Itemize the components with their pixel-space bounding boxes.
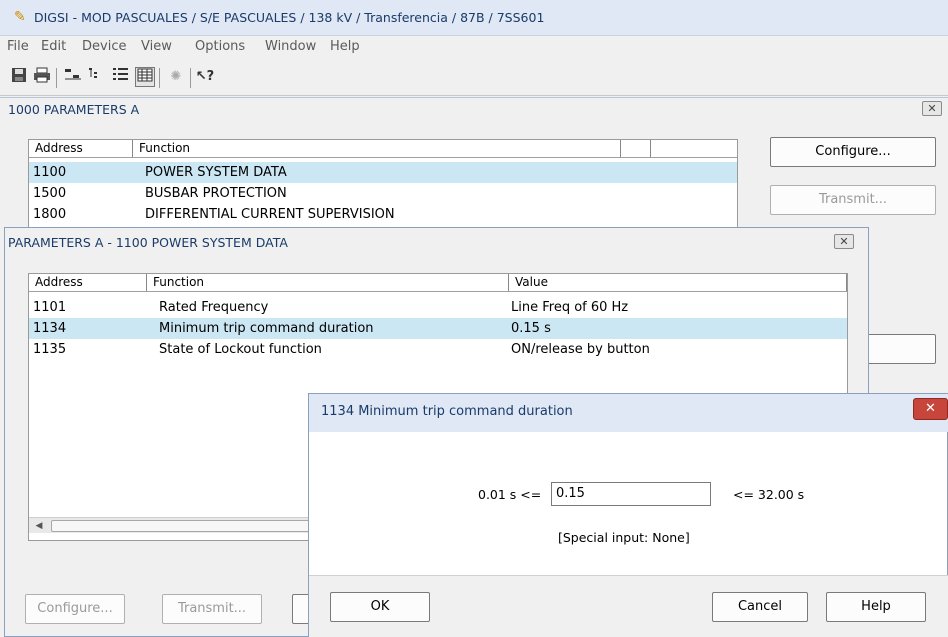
parameters-a-list: Address Function 1100 POWER SYSTEM DATA …	[28, 139, 738, 234]
toolbar-separator	[190, 68, 191, 88]
list-item[interactable]: 1800 DIFFERENTIAL CURRENT SUPERVISION	[29, 204, 737, 225]
list-header: Address Function	[29, 140, 737, 158]
menu-options[interactable]: Options	[195, 39, 245, 54]
help-button[interactable]: Help	[826, 592, 926, 622]
address-cell: 1134	[33, 321, 67, 336]
dialog-title: 1134 Minimum trip command duration	[321, 404, 573, 419]
function-cell: Minimum trip command duration	[159, 321, 374, 336]
max-limit-label: <= 32.00 s	[733, 487, 805, 502]
power-system-data-title: PARAMETERS A - 1100 POWER SYSTEM DATA	[8, 235, 288, 250]
column-header-value[interactable]: Value	[509, 274, 847, 291]
column-header-function[interactable]: Function	[133, 140, 621, 157]
menu-view[interactable]: View	[141, 39, 172, 54]
address-cell: 1101	[33, 300, 67, 315]
table-row[interactable]: 1134 Minimum trip command duration 0.15 …	[29, 318, 847, 339]
cancel-button[interactable]: Cancel	[712, 592, 808, 622]
value-cell: Line Freq of 60 Hz	[511, 300, 629, 315]
menu-help[interactable]: Help	[330, 39, 360, 54]
column-header-function[interactable]: Function	[147, 274, 509, 291]
list-icon[interactable]	[87, 67, 107, 87]
bug-icon[interactable]: ✺	[166, 67, 186, 87]
menu-edit[interactable]: Edit	[41, 39, 66, 54]
table-row[interactable]: 1135 State of Lockout function ON/releas…	[29, 339, 847, 360]
function-cell: POWER SYSTEM DATA	[145, 165, 287, 180]
table-icon[interactable]	[135, 67, 155, 87]
column-header-blank[interactable]	[621, 140, 651, 157]
digsi-app-icon: ✎	[14, 9, 26, 25]
value-cell: 0.15 s	[511, 321, 551, 336]
value-input[interactable]: 0.15	[551, 482, 711, 506]
function-cell: State of Lockout function	[159, 342, 322, 357]
transmit-button[interactable]: Transmit...	[770, 185, 936, 215]
parameters-a-title: 1000 PARAMETERS A	[8, 102, 140, 117]
column-header-address[interactable]: Address	[29, 140, 133, 157]
list-item[interactable]: 1500 BUSBAR PROTECTION	[29, 183, 737, 204]
function-cell: DIFFERENTIAL CURRENT SUPERVISION	[145, 207, 395, 222]
close-icon[interactable]: ✕	[913, 398, 948, 420]
transmit-button[interactable]: Transmit...	[162, 594, 262, 624]
toolbar-separator	[56, 68, 57, 88]
grid-icon[interactable]	[111, 67, 131, 87]
close-icon[interactable]: ✕	[922, 101, 942, 116]
address-cell: 1500	[33, 186, 67, 201]
list-header: Address Function Value	[29, 274, 847, 292]
toolbar-separator	[159, 68, 160, 88]
scrollbar-thumb[interactable]	[51, 520, 311, 532]
menu-window[interactable]: Window	[265, 39, 316, 54]
configure-button[interactable]: Configure...	[25, 594, 125, 624]
menu-device[interactable]: Device	[82, 39, 126, 54]
column-header-address[interactable]: Address	[29, 274, 147, 291]
address-cell: 1800	[33, 207, 67, 222]
list-item[interactable]: 1100 POWER SYSTEM DATA	[29, 162, 737, 183]
address-cell: 1135	[33, 342, 67, 357]
function-cell: BUSBAR PROTECTION	[145, 186, 287, 201]
address-cell: 1100	[33, 165, 67, 180]
parameter-icon[interactable]	[63, 67, 83, 87]
save-icon[interactable]	[9, 67, 29, 87]
value-cell: ON/release by button	[511, 342, 650, 357]
min-limit-label: 0.01 s <=	[478, 487, 542, 502]
ok-button[interactable]: OK	[330, 592, 430, 622]
menu-file[interactable]: File	[7, 39, 29, 54]
help-icon[interactable]: ↖?	[195, 67, 215, 87]
function-cell: Rated Frequency	[159, 300, 269, 315]
special-input-label: [Special input: None]	[558, 530, 690, 545]
close-icon[interactable]: ✕	[834, 234, 854, 249]
print-icon[interactable]	[32, 67, 52, 87]
scroll-left-icon[interactable]: ◀	[32, 519, 46, 533]
table-row[interactable]: 1101 Rated Frequency Line Freq of 60 Hz	[29, 297, 847, 318]
configure-button[interactable]: Configure...	[770, 137, 936, 167]
app-title: DIGSI - MOD PASCUALES / S/E PASCUALES / …	[34, 10, 545, 25]
